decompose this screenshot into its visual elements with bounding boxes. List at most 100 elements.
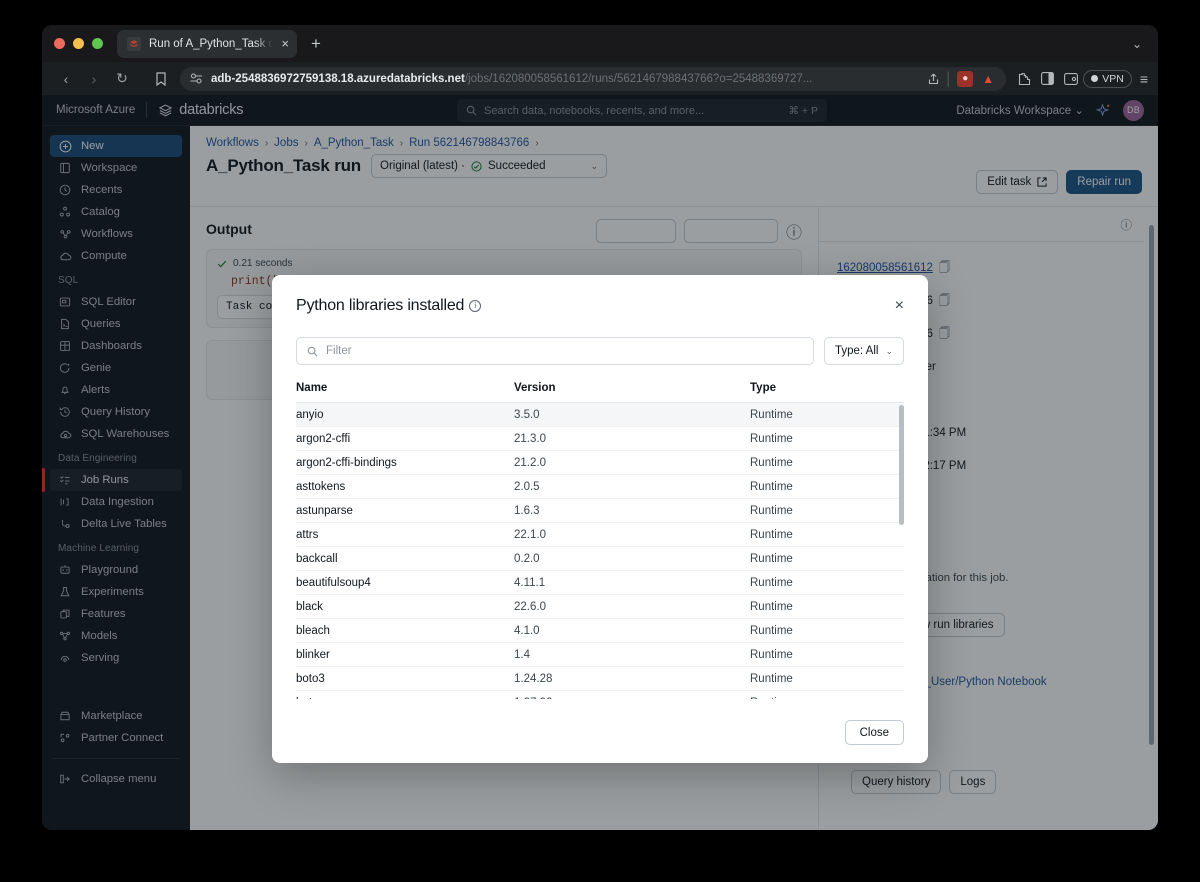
library-type: Runtime [750,553,904,565]
modal-header: Python libraries installed i × [296,297,904,315]
search-icon [307,346,318,357]
address-bar[interactable]: adb-2548836972759138.18.azuredatabricks.… [180,67,1006,91]
library-version: 21.2.0 [514,457,750,469]
table-row[interactable]: blinker1.4Runtime [296,643,904,667]
extension-shield-icon[interactable]: ● [957,71,973,87]
library-version: 0.2.0 [514,553,750,565]
chevron-down-icon: ⌄ [885,346,893,357]
address-bar-actions: | ● ▲ [928,70,996,88]
library-name: botocore [296,697,514,700]
library-type: Runtime [750,577,904,589]
library-name: argon2-cffi-bindings [296,457,514,469]
browser-tab-title: Run of A_Python_Task of A_P [149,38,273,50]
library-version: 22.1.0 [514,529,750,541]
extension-warning-icon[interactable]: ▲ [980,71,996,87]
sidebar-toggle-icon[interactable] [1041,72,1054,85]
library-version: 21.3.0 [514,433,750,445]
filter-placeholder: Filter [326,345,352,357]
table-row[interactable]: boto31.24.28Runtime [296,667,904,691]
library-name: argon2-cffi [296,433,514,445]
close-button[interactable]: Close [845,720,904,745]
modal-footer: Close [845,720,904,745]
library-version: 4.1.0 [514,625,750,637]
browser-toolbar: ‹ › ↻ adb-2548836972759138.18.azuredatab… [42,62,1158,95]
library-type: Runtime [750,409,904,421]
table-row[interactable]: backcall0.2.0Runtime [296,547,904,571]
library-version: 1.27.96 [514,697,750,700]
table-row[interactable]: asttokens2.0.5Runtime [296,475,904,499]
library-name: asttokens [296,481,514,493]
column-header-type: Type [750,382,904,394]
databricks-app: Microsoft Azure databricks Search data, … [42,95,1158,830]
python-libraries-modal: Python libraries installed i × Filter Ty… [272,275,928,763]
library-name: astunparse [296,505,514,517]
library-name: boto3 [296,673,514,685]
libraries-scrollbar[interactable] [899,405,904,525]
table-row[interactable]: argon2-cffi-bindings21.2.0Runtime [296,451,904,475]
library-name: anyio [296,409,514,421]
bookmark-icon[interactable] [148,66,174,92]
library-type: Runtime [750,625,904,637]
column-header-name: Name [296,382,514,394]
library-name: backcall [296,553,514,565]
modal-controls: Filter Type: All ⌄ [296,337,904,365]
new-tab-button[interactable]: + [311,35,321,52]
library-version: 22.6.0 [514,601,750,613]
vpn-status-button[interactable]: VPN [1083,70,1132,88]
table-row[interactable]: botocore1.27.96Runtime [296,691,904,699]
tab-close-icon[interactable]: × [281,37,289,50]
extensions-puzzle-icon[interactable] [1017,72,1031,86]
minimize-window-button[interactable] [73,38,84,49]
library-name: beautifulsoup4 [296,577,514,589]
databricks-favicon-icon [127,37,141,51]
libraries-rows: anyio3.5.0Runtimeargon2-cffi21.3.0Runtim… [296,403,904,699]
library-version: 4.11.1 [514,577,750,589]
table-row[interactable]: anyio3.5.0Runtime [296,403,904,427]
library-type: Runtime [750,529,904,541]
table-row[interactable]: black22.6.0Runtime [296,595,904,619]
library-version: 1.4 [514,649,750,661]
info-icon[interactable]: i [469,300,481,312]
forward-button[interactable]: › [80,66,108,92]
filter-input[interactable]: Filter [296,337,814,365]
table-row[interactable]: attrs22.1.0Runtime [296,523,904,547]
browser-tab[interactable]: Run of A_Python_Task of A_P × [117,30,297,58]
back-button[interactable]: ‹ [52,66,80,92]
close-icon[interactable]: × [895,298,904,314]
reload-button[interactable]: ↻ [108,66,136,92]
share-icon[interactable] [928,73,939,85]
library-type: Runtime [750,457,904,469]
table-row[interactable]: astunparse1.6.3Runtime [296,499,904,523]
library-type: Runtime [750,481,904,493]
library-type: Runtime [750,433,904,445]
window-controls [54,38,103,49]
browser-window: Run of A_Python_Task of A_P × + ⌄ ‹ › ↻ … [42,25,1158,830]
library-name: attrs [296,529,514,541]
library-name: bleach [296,625,514,637]
browser-menu-icon[interactable]: ≡ [1140,71,1148,87]
library-version: 1.24.28 [514,673,750,685]
modal-title: Python libraries installed [296,297,464,315]
library-version: 1.6.3 [514,505,750,517]
library-type: Runtime [750,601,904,613]
maximize-window-button[interactable] [92,38,103,49]
close-window-button[interactable] [54,38,65,49]
library-name: black [296,601,514,613]
library-type: Runtime [750,505,904,517]
library-type: Runtime [750,697,904,700]
site-settings-icon[interactable] [190,73,203,84]
type-filter-dropdown[interactable]: Type: All ⌄ [824,337,904,365]
type-filter-label: Type: All [835,345,878,357]
libraries-table-body[interactable]: anyio3.5.0Runtimeargon2-cffi21.3.0Runtim… [296,403,904,699]
table-row[interactable]: bleach4.1.0Runtime [296,619,904,643]
browser-tab-strip: Run of A_Python_Task of A_P × + ⌄ [42,25,1158,62]
table-row[interactable]: argon2-cffi21.3.0Runtime [296,427,904,451]
vpn-dot-icon [1091,75,1098,82]
vpn-label: VPN [1102,73,1124,85]
table-row[interactable]: beautifulsoup44.11.1Runtime [296,571,904,595]
tab-list-chevron-icon[interactable]: ⌄ [1132,37,1142,51]
library-type: Runtime [750,673,904,685]
library-name: blinker [296,649,514,661]
url-path: /jobs/162080058561612/runs/5621467988437… [465,73,813,85]
wallet-icon[interactable] [1064,73,1078,85]
